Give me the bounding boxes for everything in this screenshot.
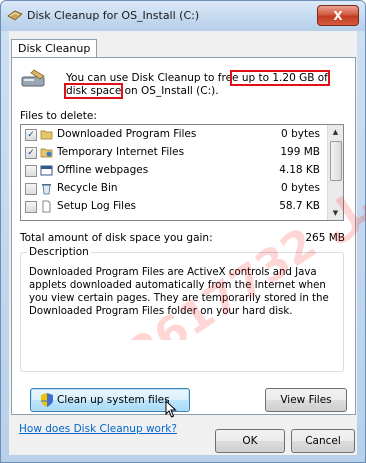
disk-cleanup-app-icon [7,10,23,21]
files-scrollbar[interactable]: ▲ ▼ [327,125,343,220]
scroll-up-arrow-icon[interactable]: ▲ [328,125,343,139]
file-name: Recycle Bin [57,182,118,194]
list-item[interactable]: ✓ Downloaded Program Files 0 bytes [21,127,326,142]
ok-button[interactable]: OK [215,429,285,453]
clean-up-system-files-label: Clean up system files [57,394,170,406]
file-size: 4.18 KB [279,164,320,176]
help-link[interactable]: How does Disk Cleanup work? [19,423,177,435]
document-icon [42,200,51,213]
intro-text-start: You can use Disk Cleanup to fre [66,72,233,84]
total-gain-label: Total amount of disk space you gain: [20,232,213,244]
intro-text: You can use Disk Cleanup to free up to 1… [64,70,352,99]
list-item[interactable]: Recycle Bin 0 bytes [21,181,326,196]
dialog-content: Disk Cleanup You can use Disk Cleanup to… [9,31,357,455]
intro-text-end: on OS_Install (C:). [121,85,219,97]
view-files-button[interactable]: View Files [265,388,347,412]
scrollbar-thumb[interactable] [330,141,342,181]
list-item[interactable]: ✓ Temporary Internet Files 199 MB [21,145,326,160]
checkbox[interactable] [25,165,37,177]
file-size: 0 bytes [281,128,320,140]
files-list[interactable]: ✓ Downloaded Program Files 0 bytes ✓ Tem… [20,124,344,221]
tab-disk-cleanup[interactable]: Disk Cleanup [11,39,98,58]
cancel-button[interactable]: Cancel [291,429,355,453]
file-name: Setup Log Files [57,200,137,212]
file-name: Downloaded Program Files [57,128,197,140]
checkbox[interactable] [25,201,37,213]
close-button[interactable]: X [317,5,359,26]
folder-icon [40,130,53,140]
description-group: Description Downloaded Program Files are… [20,246,344,372]
file-size: 58.7 KB [279,200,320,212]
file-name: Temporary Internet Files [57,146,185,158]
checkbox[interactable]: ✓ [25,129,37,141]
disk-cleanup-window: Disk Cleanup for OS_Install (C:) X Disk … [0,0,366,463]
total-gain-value: 265 MB [305,232,345,244]
title-bar[interactable]: Disk Cleanup for OS_Install (C:) X [1,1,365,31]
recycle-bin-icon [42,184,51,195]
scroll-down-arrow-icon[interactable]: ▼ [328,206,343,220]
list-item[interactable]: Offline webpages 4.18 KB [21,163,326,178]
window-title: Disk Cleanup for OS_Install (C:) [27,9,200,22]
description-title: Description [27,246,91,258]
disk-cleanup-icon [21,69,45,87]
list-item[interactable]: Setup Log Files 58.7 KB [21,199,326,214]
webpage-icon [40,165,53,176]
file-size: 0 bytes [281,182,320,194]
file-name: Offline webpages [57,164,149,176]
description-text: Downloaded Program Files are ActiveX con… [29,267,329,317]
folder-icon [40,148,53,158]
file-size: 199 MB [280,146,320,158]
checkbox[interactable]: ✓ [25,147,37,159]
mouse-cursor-icon [165,400,177,418]
files-to-delete-label: Files to delete: [20,110,97,122]
checkbox[interactable] [25,183,37,195]
uac-shield-icon [41,393,53,407]
tab-panel: You can use Disk Cleanup to free up to 1… [11,57,356,418]
